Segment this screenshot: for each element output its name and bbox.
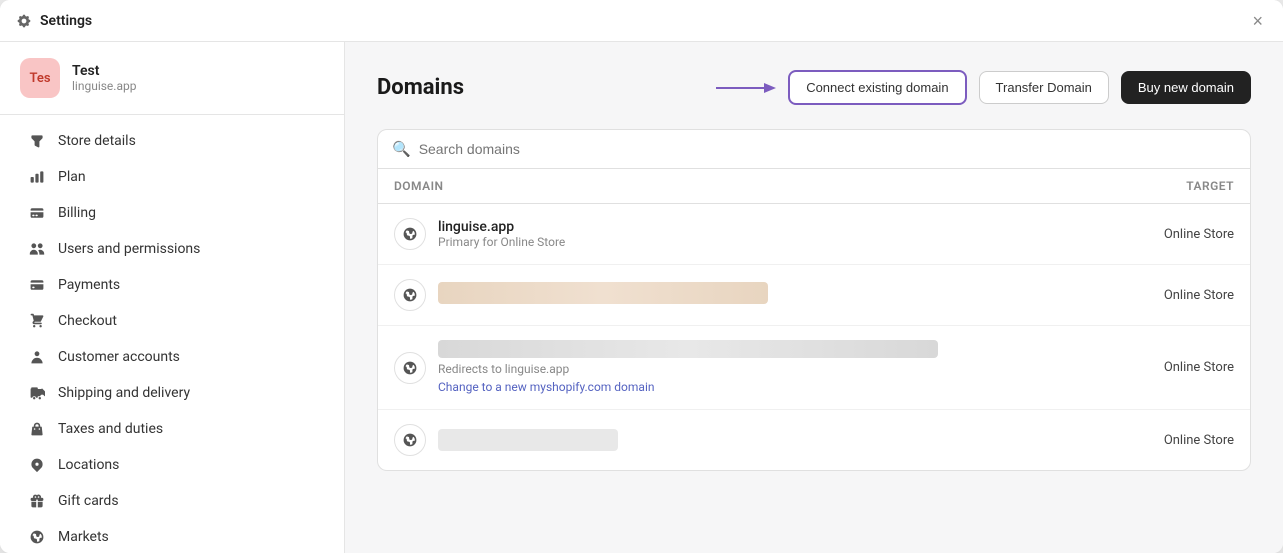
target-text: Online Store [1054, 360, 1234, 375]
sidebar-item-shipping[interactable]: Shipping and delivery [8, 375, 336, 411]
sidebar-label-store-details: Store details [58, 133, 136, 149]
payments-icon [28, 276, 46, 294]
domain-table: Domain Target linguise.app Primary for O… [378, 169, 1250, 470]
sidebar-item-users-permissions[interactable]: Users and permissions [8, 231, 336, 267]
shipping-icon [28, 384, 46, 402]
sidebar-label-markets: Markets [58, 529, 109, 545]
main-content: Domains Connect existing domain Transfer… [345, 42, 1283, 553]
profile-info: Test linguise.app [72, 63, 136, 93]
search-icon: 🔍 [392, 140, 411, 158]
domain-info: Redirects to linguise.app Change to a ne… [438, 340, 1054, 395]
sidebar-item-customer-accounts[interactable]: Customer accounts [8, 339, 336, 375]
markets-icon [28, 528, 46, 546]
arrow-annotation [716, 78, 776, 98]
target-text: Online Store [1054, 288, 1234, 303]
billing-icon [28, 204, 46, 222]
sidebar-item-markets[interactable]: Markets [8, 519, 336, 553]
domain-info: linguise.app Primary for Online Store [438, 219, 1054, 249]
sidebar-item-billing[interactable]: Billing [8, 195, 336, 231]
window-title: Settings [40, 13, 92, 29]
table-row[interactable]: linguise.app Primary for Online Store On… [378, 204, 1250, 265]
profile-section: Tes Test linguise.app [0, 42, 344, 115]
sidebar-label-customer: Customer accounts [58, 349, 180, 365]
sidebar: Tes Test linguise.app Store details [0, 42, 345, 553]
sidebar-label-taxes: Taxes and duties [58, 421, 163, 437]
avatar: Tes [20, 58, 60, 98]
table-row[interactable]: Online Store [378, 410, 1250, 470]
change-domain-link[interactable]: Change to a new myshopify.com domain [438, 380, 655, 394]
target-text: Online Store [1054, 433, 1234, 448]
sidebar-label-checkout: Checkout [58, 313, 117, 329]
checkout-icon [28, 312, 46, 330]
globe-icon [394, 352, 426, 384]
gift-icon [28, 492, 46, 510]
users-icon [28, 240, 46, 258]
domain-info [438, 429, 1054, 451]
settings-window: Settings × Tes Test linguise.app Store d… [0, 0, 1283, 553]
domain-sub: Primary for Online Store [438, 235, 1054, 249]
plan-icon [28, 168, 46, 186]
nav-list: Store details Plan Billing [0, 115, 344, 553]
main-header: Domains Connect existing domain Transfer… [377, 70, 1251, 105]
col-header-target: Target [1054, 179, 1234, 193]
sidebar-label-locations: Locations [58, 457, 119, 473]
sidebar-label-payments: Payments [58, 277, 120, 293]
sidebar-item-payments[interactable]: Payments [8, 267, 336, 303]
sidebar-item-plan[interactable]: Plan [8, 159, 336, 195]
taxes-icon [28, 420, 46, 438]
sidebar-item-gift-cards[interactable]: Gift cards [8, 483, 336, 519]
sidebar-label-gift: Gift cards [58, 493, 119, 509]
close-button[interactable]: × [1248, 8, 1267, 34]
connect-existing-button[interactable]: Connect existing domain [788, 70, 966, 105]
target-text: Online Store [1054, 227, 1234, 242]
sidebar-label-plan: Plan [58, 169, 86, 185]
settings-gear-icon [16, 13, 32, 29]
profile-name: Test [72, 63, 136, 79]
page-title: Domains [377, 75, 464, 100]
domain-info [438, 282, 1054, 308]
sidebar-item-checkout[interactable]: Checkout [8, 303, 336, 339]
table-header: Domain Target [378, 169, 1250, 204]
sidebar-item-store-details[interactable]: Store details [8, 123, 336, 159]
sidebar-label-billing: Billing [58, 205, 96, 221]
globe-icon [394, 218, 426, 250]
globe-icon [394, 279, 426, 311]
sidebar-label-shipping: Shipping and delivery [58, 385, 190, 401]
domains-table-container: 🔍 Domain Target linguise.app [377, 129, 1251, 471]
search-bar: 🔍 [378, 130, 1250, 169]
customer-icon [28, 348, 46, 366]
col-header-domain: Domain [394, 179, 1054, 193]
body: Tes Test linguise.app Store details [0, 42, 1283, 553]
blurred-domain-name [438, 340, 938, 358]
location-icon [28, 456, 46, 474]
search-input[interactable] [419, 141, 1236, 157]
globe-icon [394, 424, 426, 456]
store-icon [28, 132, 46, 150]
sidebar-item-taxes[interactable]: Taxes and duties [8, 411, 336, 447]
transfer-domain-button[interactable]: Transfer Domain [979, 71, 1109, 104]
blurred-domain-name [438, 429, 618, 451]
buy-new-domain-button[interactable]: Buy new domain [1121, 71, 1251, 104]
sidebar-item-locations[interactable]: Locations [8, 447, 336, 483]
domain-name: linguise.app [438, 219, 1054, 235]
domain-redirect: Redirects to linguise.app [438, 362, 1054, 376]
title-bar: Settings × [0, 0, 1283, 42]
blurred-domain-name [438, 282, 768, 304]
annotation-arrow [716, 78, 776, 98]
table-row[interactable]: Redirects to linguise.app Change to a ne… [378, 326, 1250, 410]
table-row[interactable]: Online Store [378, 265, 1250, 326]
profile-domain: linguise.app [72, 79, 136, 93]
sidebar-label-users: Users and permissions [58, 241, 200, 257]
